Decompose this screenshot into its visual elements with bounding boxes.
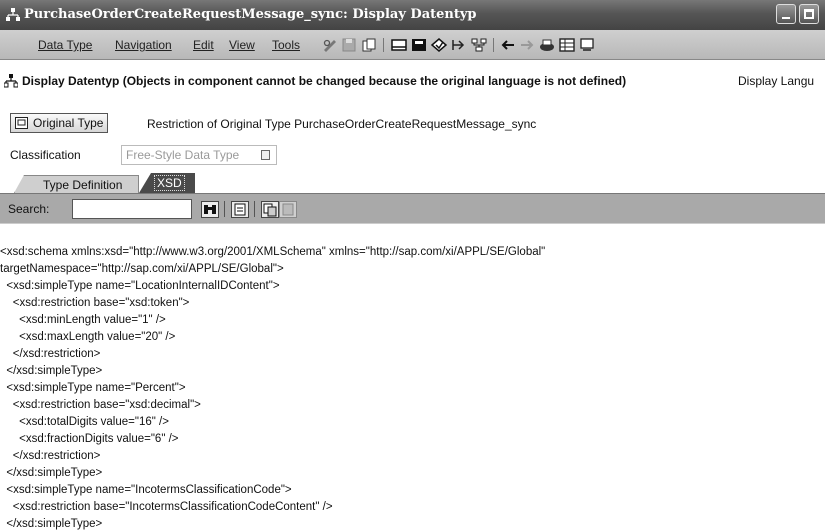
navigate-icon[interactable] (451, 38, 467, 52)
toolbar-separator (224, 201, 225, 217)
xml-line: <xsd:fractionDigits value="6" /> (0, 433, 179, 445)
paste-icon (282, 203, 294, 216)
xml-line: </xsd:simpleType> (0, 467, 103, 479)
xml-line: <xsd:minLength value="1" /> (0, 314, 166, 326)
pencil-glasses-icon[interactable] (322, 38, 338, 52)
xml-line: <xsd:totalDigits value="16" /> (0, 416, 169, 428)
classification-label: Classification (10, 148, 81, 162)
window-title: PurchaseOrderCreateRequestMessage_sync: … (24, 7, 477, 22)
menu-tools[interactable]: Tools (272, 38, 300, 52)
tab-type-definition[interactable]: Type Definition (14, 175, 140, 193)
xml-line: <xsd:restriction base="xsd:decimal"> (0, 399, 201, 411)
classification-value: Free-Style Data Type (126, 148, 240, 162)
paste-button[interactable] (279, 201, 297, 218)
find-next-button[interactable] (231, 201, 249, 218)
toolbar-separator (493, 38, 494, 52)
print-icon[interactable] (539, 38, 555, 52)
xml-line: </xsd:restriction> (0, 348, 101, 360)
copy-icon[interactable] (361, 38, 377, 52)
original-type-button[interactable]: Original Type (10, 113, 109, 133)
toolbar-separator (254, 201, 255, 217)
search-bar: Search: (0, 193, 825, 223)
xml-line: <xsd:simpleType name="LocationInternalID… (0, 280, 280, 292)
data-type-icon (4, 74, 18, 88)
display-language-label: Display Langu (738, 74, 815, 88)
minimize-button[interactable] (776, 4, 796, 24)
xml-line: <xsd:maxLength value="20" /> (0, 331, 176, 343)
toolbar-separator (383, 38, 384, 52)
where-used-icon[interactable] (391, 38, 407, 52)
menu-edit[interactable]: Edit (193, 38, 214, 52)
restriction-text: Restriction of Original Type PurchaseOrd… (147, 117, 537, 131)
info-icon[interactable] (579, 38, 595, 52)
classification-dropdown[interactable]: Free-Style Data Type (121, 145, 277, 165)
copy-icon (263, 203, 277, 217)
tab-type-definition-label: Type Definition (43, 178, 123, 192)
xsd-source-view[interactable]: <xsd:schema xmlns:xsd="http://www.w3.org… (0, 223, 825, 532)
object-icon[interactable] (411, 38, 427, 52)
tab-strip: Type Definition XSD (0, 173, 825, 193)
search-input[interactable] (72, 199, 192, 219)
xml-line: <xsd:simpleType name="Percent"> (0, 382, 186, 394)
back-icon[interactable] (500, 38, 516, 52)
title-bar: PurchaseOrderCreateRequestMessage_sync: … (0, 0, 825, 30)
page-header: Display Datentyp (Objects in component c… (0, 72, 825, 92)
forward-icon[interactable] (519, 38, 535, 52)
binoculars-icon (204, 205, 216, 214)
hierarchy-icon[interactable] (471, 38, 487, 52)
original-type-label: Original Type (33, 116, 104, 130)
display-icon[interactable] (559, 38, 575, 52)
xml-line: <xsd:schema xmlns:xsd="http://www.w3.org… (0, 246, 546, 258)
xml-line: </xsd:simpleType> (0, 365, 103, 377)
find-button[interactable] (201, 201, 219, 218)
search-label: Search: (8, 202, 50, 216)
menu-navigation[interactable]: Navigation (115, 38, 172, 52)
menu-bar: Data Type Navigation Edit View Tools (0, 30, 825, 60)
maximize-button[interactable] (799, 4, 819, 24)
save-icon[interactable] (341, 38, 357, 52)
menu-data-type[interactable]: Data Type (38, 38, 92, 52)
page-title: Display Datentyp (Objects in component c… (22, 74, 627, 88)
xml-line: <xsd:restriction base="xsd:token"> (0, 297, 190, 309)
document-icon (234, 203, 246, 216)
dropdown-icon[interactable] (261, 150, 270, 160)
xml-line: targetNamespace="http://sap.com/xi/APPL/… (0, 263, 284, 275)
copy-button[interactable] (261, 201, 279, 218)
data-type-icon (6, 8, 20, 21)
menu-view[interactable]: View (229, 38, 255, 52)
check-icon[interactable] (431, 38, 447, 52)
tab-xsd-label: XSD (154, 175, 185, 191)
xml-line: </xsd:restriction> (0, 450, 101, 462)
xml-line: </xsd:simpleType> (0, 518, 103, 530)
xml-line: <xsd:simpleType name="IncotermsClassific… (0, 484, 292, 496)
original-type-icon (15, 117, 28, 129)
tab-xsd[interactable]: XSD (139, 173, 195, 193)
xml-line: <xsd:restriction base="IncotermsClassifi… (0, 501, 333, 513)
